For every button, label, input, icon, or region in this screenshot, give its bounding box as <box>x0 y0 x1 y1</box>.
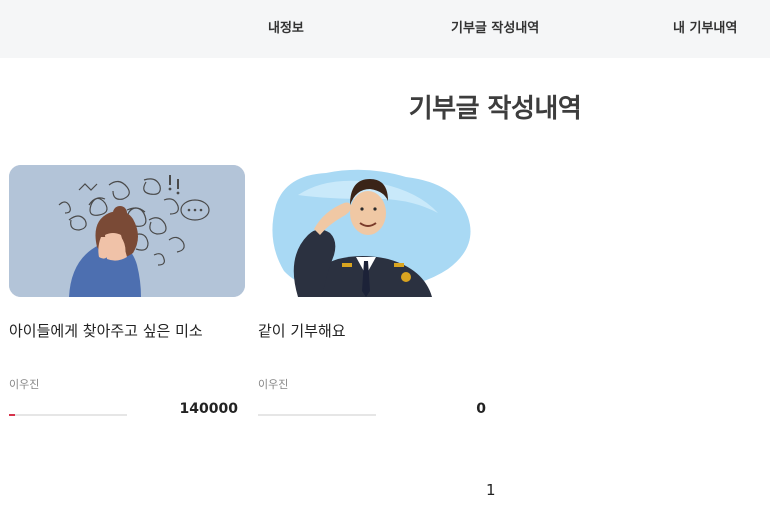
card-author: 이우진 <box>9 378 40 391</box>
progress-fill <box>9 414 15 416</box>
nav-donation-posts[interactable]: 기부글 작성내역 <box>451 17 539 36</box>
nav-my-donations[interactable]: 내 기부내역 <box>673 17 737 36</box>
donation-card[interactable]: 같이 기부해요 이우진 0 <box>258 165 498 425</box>
donation-card[interactable]: 아이들에게 찾아주고 싶은 미소 이우진 140000 <box>9 165 249 425</box>
nav-my-info[interactable]: 내정보 <box>268 17 304 36</box>
top-navigation: 내정보 기부글 작성내역 내 기부내역 <box>0 0 770 58</box>
woman-stressed-illustration <box>9 165 245 297</box>
donation-progress-bar <box>258 414 376 416</box>
donation-amount: 0 <box>476 401 486 417</box>
card-title[interactable]: 아이들에게 찾아주고 싶은 미소 <box>9 320 203 341</box>
donation-progress-bar <box>9 414 127 416</box>
card-title[interactable]: 같이 기부해요 <box>258 320 346 341</box>
card-image-woman-stressed[interactable] <box>9 165 245 297</box>
page-title: 기부글 작성내역 <box>408 94 582 124</box>
card-image-police-officer[interactable] <box>258 165 480 297</box>
police-officer-saluting-illustration <box>258 165 480 297</box>
card-author: 이우진 <box>258 378 289 391</box>
donation-amount: 140000 <box>179 401 238 417</box>
pagination-page-1[interactable]: 1 <box>486 481 496 499</box>
